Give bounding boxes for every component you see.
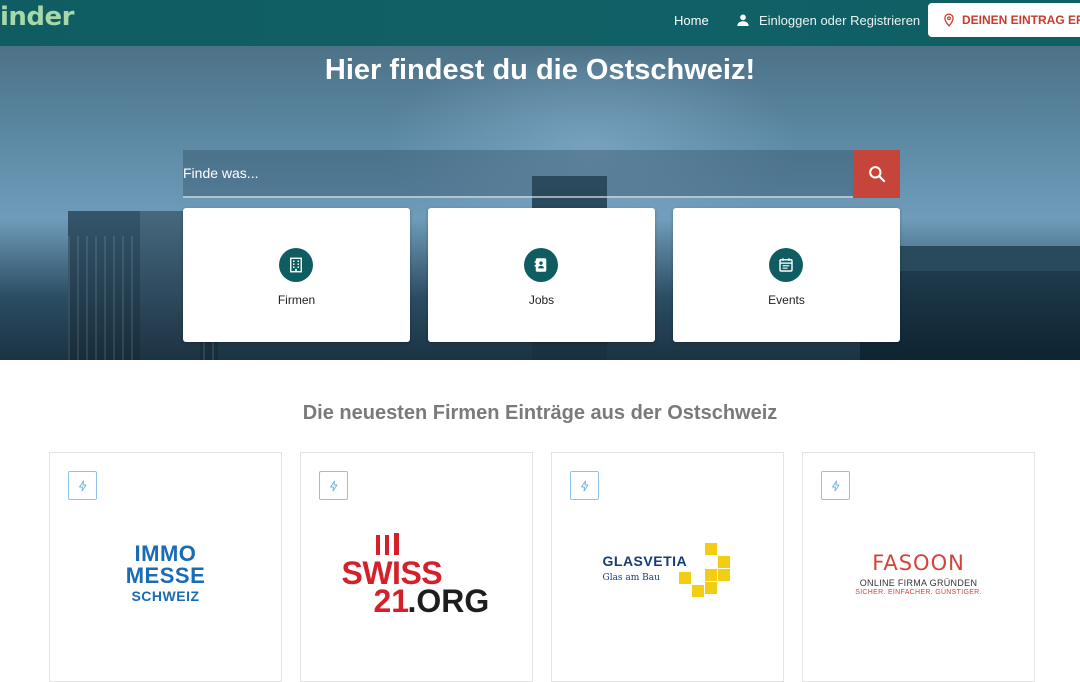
bolt-icon: [580, 480, 588, 491]
category-label: Jobs: [528, 293, 555, 307]
company-logo-text: IMMO: [134, 541, 197, 566]
add-entry-button[interactable]: DEINEN EINTRAG ER: [928, 3, 1080, 37]
search-button[interactable]: [853, 150, 900, 198]
company-card[interactable]: GLASVETIA Glas am Bau: [551, 452, 784, 682]
contact-card-icon: [534, 258, 547, 272]
bolt-icon: [78, 480, 86, 491]
featured-badge: [821, 471, 850, 500]
swiss21-bars-mark: [375, 533, 399, 555]
building-icon: [290, 257, 302, 273]
company-logo-text: 21: [373, 583, 410, 619]
search-icon: [868, 166, 885, 183]
featured-badge: [68, 471, 97, 500]
company-logo: SWISS 21 .ORG: [301, 523, 532, 623]
featured-badge: [319, 471, 348, 500]
category-card-firmen[interactable]: Firmen: [183, 208, 410, 342]
glasvetia-square: [704, 543, 717, 555]
nav-login-link[interactable]: Einloggen oder Registrieren: [735, 12, 920, 28]
company-logo: GLASVETIA Glas am Bau: [552, 523, 783, 623]
glasvetia-square: [717, 556, 730, 568]
company-logo-text: .ORG: [407, 583, 490, 619]
category-icon-circle: [279, 248, 313, 282]
company-logo-text: ONLINE FIRMA GRÜNDEN: [859, 577, 978, 588]
category-icon-circle: [769, 248, 803, 282]
person-icon: [737, 14, 749, 26]
nav-link-home[interactable]: Home: [674, 13, 709, 28]
nav-login-label: Einloggen oder Registrieren: [759, 12, 921, 28]
company-logo-text: SCHWEIZ: [131, 588, 200, 604]
category-card-jobs[interactable]: Jobs: [428, 208, 655, 342]
glasvetia-square: [678, 572, 691, 584]
company-logo-text: GLASVETIA: [602, 553, 688, 569]
company-logo-text: SICHER. EINFACHER. GÜNSTIGER.: [855, 588, 982, 596]
company-logo-text: Glas am Bau: [602, 573, 660, 583]
category-card-events[interactable]: Events: [673, 208, 900, 342]
search-input[interactable]: [183, 150, 853, 198]
category-label: Firmen: [277, 293, 316, 307]
company-logo-text: FASOON: [872, 550, 965, 575]
glasvetia-square: [704, 569, 717, 581]
company-card[interactable]: IMMO MESSE SCHWEIZ: [49, 452, 282, 682]
search-bar: [183, 150, 900, 198]
glasvetia-square: [691, 585, 704, 597]
glasvetia-square: [717, 569, 730, 581]
category-label: Events: [768, 293, 805, 307]
section-title: Die neuesten Firmen Einträge aus der Ost…: [302, 402, 778, 424]
company-card[interactable]: SWISS 21 .ORG: [300, 452, 533, 682]
category-icon-circle: [524, 248, 558, 282]
hero-banner: Hier findest du die Ostschweiz! Firmen J…: [0, 46, 1080, 360]
bolt-icon: [831, 480, 839, 491]
glasvetia-square: [704, 582, 717, 594]
bolt-icon: [329, 480, 337, 491]
company-card[interactable]: FASOON ONLINE FIRMA GRÜNDEN SICHER. EINF…: [802, 452, 1035, 682]
company-logo: FASOON ONLINE FIRMA GRÜNDEN SICHER. EINF…: [803, 523, 1034, 623]
company-logo: IMMO MESSE SCHWEIZ: [50, 523, 281, 623]
hero-title: Hier findest du die Ostschweiz!: [324, 54, 756, 86]
site-logo[interactable]: inder: [0, 2, 75, 32]
add-entry-label: DEINEN EINTRAG ER: [962, 13, 1080, 27]
top-navbar: inder Home Einloggen oder Registrieren D…: [0, 0, 1080, 46]
map-pin-icon: [944, 13, 954, 27]
featured-badge: [570, 471, 599, 500]
calendar-icon: [779, 258, 793, 272]
company-logo-text: MESSE: [125, 563, 206, 588]
